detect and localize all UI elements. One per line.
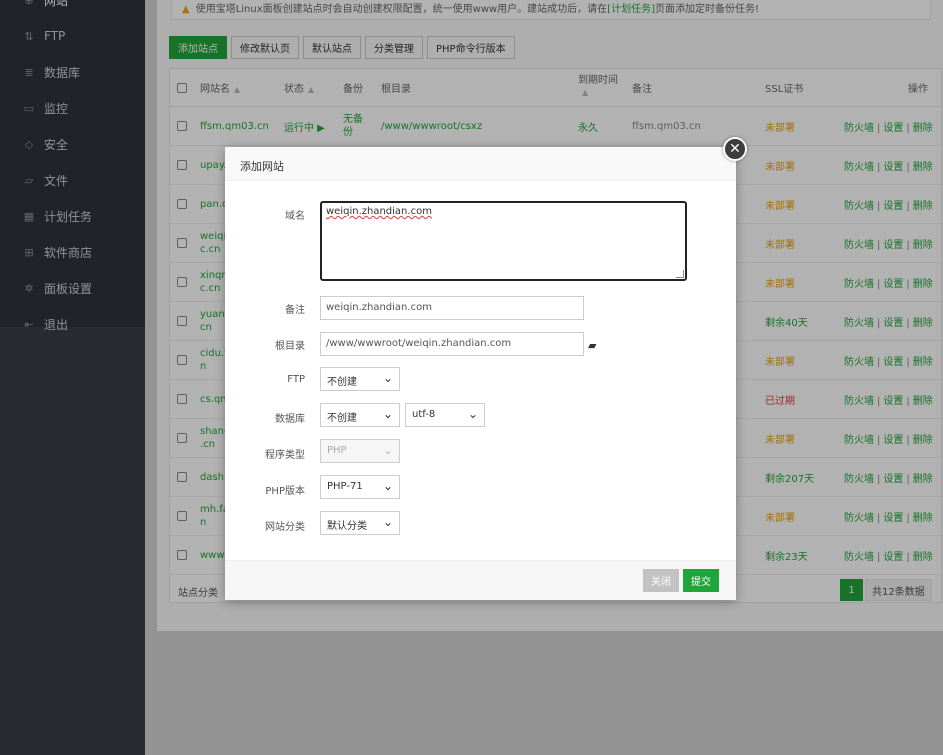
domain-value: weiqin.zhandian.com [326,206,432,217]
close-icon[interactable]: ✕ [723,137,747,161]
dialog-title: 添加网站 [225,147,736,181]
root-dir-input[interactable]: /www/wwwroot/weiqin.zhandian.com [320,332,584,356]
charset-select[interactable]: utf-8 ⌄ [405,403,485,427]
domain-label: 域名 [285,211,305,222]
dialog-footer: 关闭 提交 [225,560,736,600]
folder-open-icon[interactable]: ▰ [588,339,596,352]
ftp-select[interactable]: 不创建 ⌄ [320,367,400,391]
root-dir-label: 根目录 [275,341,305,352]
chevron-down-icon: ⌄ [382,479,393,493]
note-label: 备注 [285,305,305,316]
note-input[interactable]: weiqin.zhandian.com [320,296,584,320]
php-version-label: PHP版本 [265,486,305,497]
close-button[interactable]: 关闭 [643,569,679,592]
php-version-select[interactable]: PHP-71 ⌄ [320,475,400,499]
database-select[interactable]: 不创建 ⌄ [320,403,400,427]
database-label: 数据库 [275,414,305,425]
program-type-select: PHP ⌄ [320,439,400,463]
ftp-label: FTP [287,374,305,385]
add-site-dialog: 添加网站 域名 weiqin.zhandian.com 备注 weiqin.zh… [225,147,736,600]
domain-textarea[interactable]: weiqin.zhandian.com [320,201,687,281]
resize-handle[interactable] [676,270,684,278]
chevron-down-icon: ⌄ [382,443,393,457]
site-category-select[interactable]: 默认分类 ⌄ [320,511,400,535]
program-type-label: 程序类型 [265,450,305,461]
chevron-down-icon: ⌄ [382,407,393,421]
chevron-down-icon: ⌄ [382,371,393,385]
chevron-down-icon: ⌄ [382,515,393,529]
submit-button[interactable]: 提交 [683,569,719,592]
site-category-label: 网站分类 [265,522,305,533]
chevron-down-icon: ⌄ [467,407,478,421]
